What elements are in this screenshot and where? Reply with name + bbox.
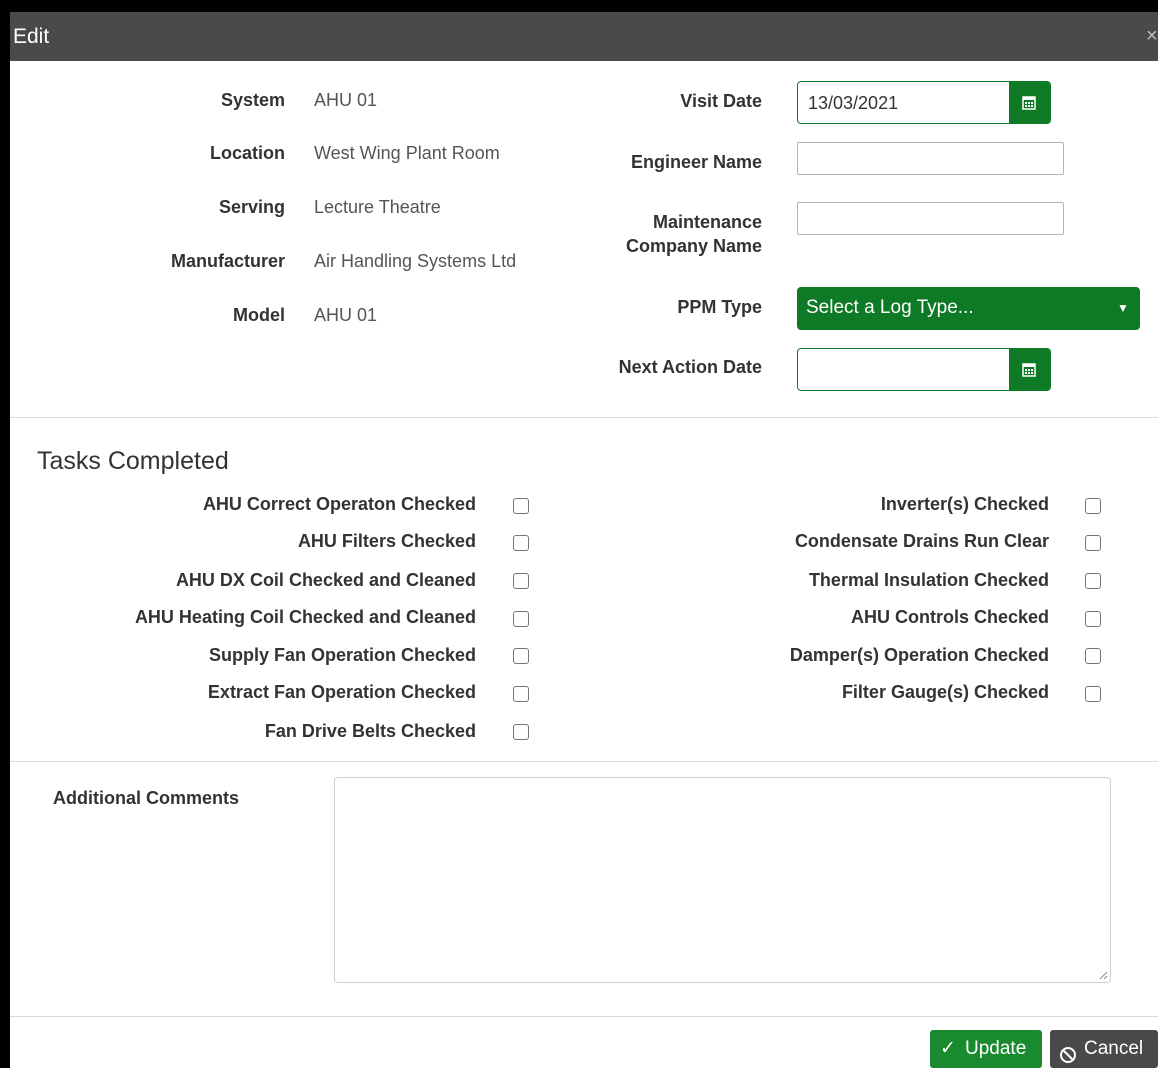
task-label: Condensate Drains Run Clear <box>794 531 1049 551</box>
task-checkbox[interactable] <box>513 573 529 589</box>
ppm-type-select[interactable]: Select a Log Type... ▼ <box>797 287 1140 330</box>
task-checkbox[interactable] <box>1085 686 1101 702</box>
task-label: AHU DX Coil Checked and Cleaned <box>175 570 476 590</box>
calendar-icon <box>1022 363 1036 377</box>
task-checkbox[interactable] <box>1085 498 1101 514</box>
additional-comments-label: Additional Comments <box>53 788 240 808</box>
close-icon[interactable]: × <box>1146 26 1158 46</box>
divider <box>10 417 1158 418</box>
serving-value: Lecture Theatre <box>314 197 441 217</box>
task-checkbox[interactable] <box>513 686 529 702</box>
edit-dialog: Edit × System AHU 01 Location West Wing … <box>10 12 1158 1068</box>
serving-label: Serving <box>218 197 285 217</box>
caret-down-icon: ▼ <box>1117 301 1129 315</box>
task-label: Supply Fan Operation Checked <box>208 645 476 665</box>
update-button-label: Update <box>965 1038 1027 1059</box>
divider <box>10 1016 1158 1017</box>
task-label: Fan Drive Belts Checked <box>264 721 476 741</box>
manufacturer-label: Manufacturer <box>170 251 285 271</box>
task-checkbox[interactable] <box>513 611 529 627</box>
maintenance-company-input[interactable] <box>797 202 1064 235</box>
maintenance-label-line1: Maintenance <box>652 212 762 232</box>
model-label: Model <box>233 305 285 325</box>
visit-date-input[interactable]: 13/03/2021 <box>797 81 1051 124</box>
task-checkbox[interactable] <box>513 498 529 514</box>
task-label: Extract Fan Operation Checked <box>207 682 476 702</box>
divider <box>10 761 1158 762</box>
task-label: AHU Correct Operaton Checked <box>202 494 476 514</box>
next-action-date-input[interactable] <box>797 348 1051 391</box>
resize-grip-icon[interactable] <box>1098 970 1108 980</box>
task-checkbox[interactable] <box>1085 573 1101 589</box>
task-checkbox[interactable] <box>513 535 529 551</box>
check-icon: ✓ <box>940 1038 956 1059</box>
maintenance-label-line2: Company Name <box>625 236 762 256</box>
visit-date-label: Visit Date <box>680 91 762 111</box>
system-label: System <box>220 90 285 110</box>
engineer-name-label: Engineer Name <box>630 152 762 172</box>
task-label: AHU Heating Coil Checked and Cleaned <box>134 607 476 627</box>
ban-icon <box>1059 1040 1077 1068</box>
next-action-date-label: Next Action Date <box>618 357 762 377</box>
task-checkbox[interactable] <box>1085 648 1101 664</box>
calendar-icon <box>1022 96 1036 110</box>
dialog-titlebar: Edit × <box>10 12 1158 61</box>
task-label: Inverter(s) Checked <box>880 494 1049 514</box>
visit-date-picker-button[interactable] <box>1009 82 1050 123</box>
task-checkbox[interactable] <box>513 724 529 740</box>
task-checkbox[interactable] <box>1085 611 1101 627</box>
task-label: Damper(s) Operation Checked <box>789 645 1049 665</box>
additional-comments-textarea[interactable] <box>334 777 1111 983</box>
task-label: AHU Controls Checked <box>850 607 1049 627</box>
location-value: West Wing Plant Room <box>314 143 500 163</box>
engineer-name-input[interactable] <box>797 142 1064 175</box>
next-action-date-picker-button[interactable] <box>1009 349 1050 390</box>
system-value: AHU 01 <box>314 90 378 110</box>
manufacturer-value: Air Handling Systems Ltd <box>314 251 517 271</box>
tasks-completed-title: Tasks Completed <box>37 447 229 475</box>
task-checkbox[interactable] <box>513 648 529 664</box>
ppm-type-selected: Select a Log Type... <box>806 297 974 318</box>
dialog-title: Edit <box>13 25 50 48</box>
cancel-button[interactable]: Cancel <box>1050 1030 1158 1068</box>
update-button[interactable]: ✓ Update <box>930 1030 1042 1068</box>
task-checkbox[interactable] <box>1085 535 1101 551</box>
visit-date-value: 13/03/2021 <box>808 93 899 113</box>
model-value: AHU 01 <box>314 305 378 325</box>
task-label: Thermal Insulation Checked <box>808 570 1049 590</box>
location-label: Location <box>210 143 285 163</box>
task-label: Filter Gauge(s) Checked <box>841 682 1049 702</box>
task-label: AHU Filters Checked <box>297 531 476 551</box>
cancel-button-label: Cancel <box>1084 1038 1144 1059</box>
ppm-type-label: PPM Type <box>677 297 762 317</box>
